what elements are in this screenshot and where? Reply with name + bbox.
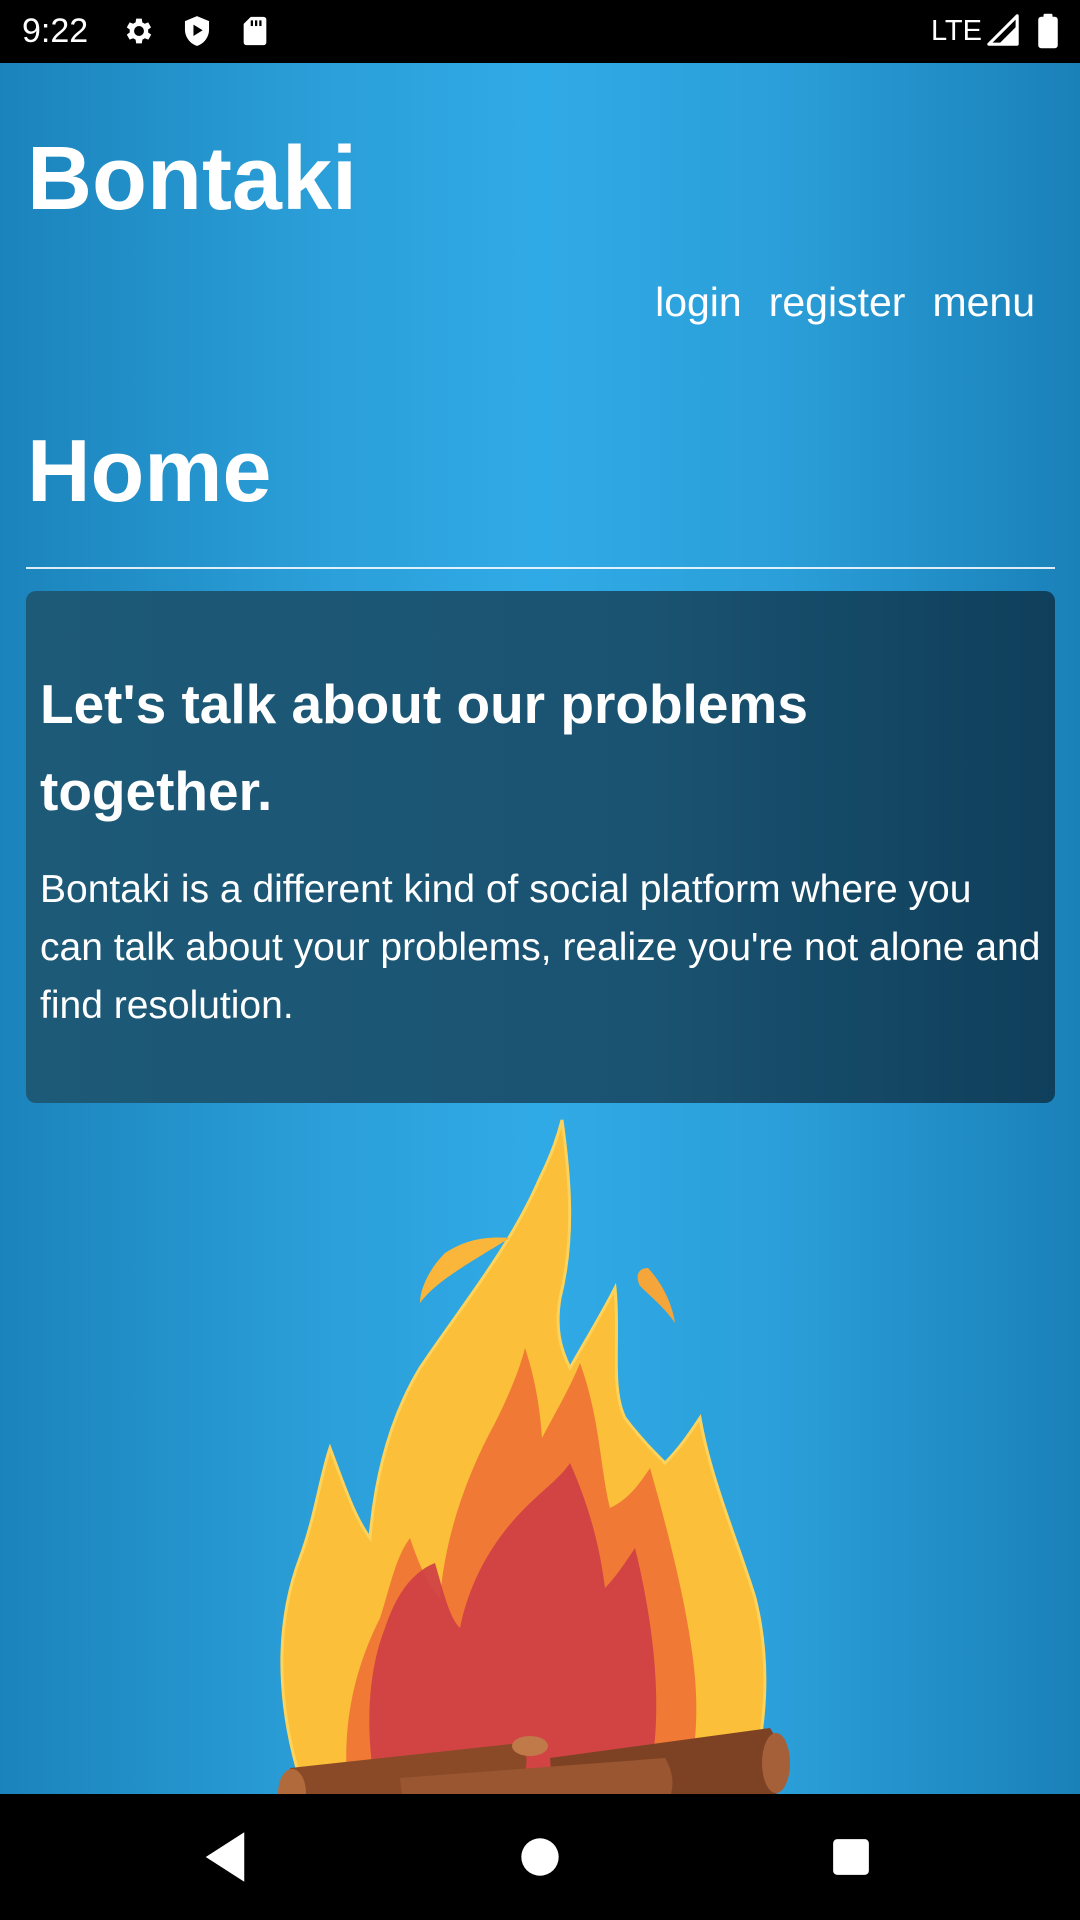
gear-icon (126, 18, 152, 44)
network-type: LTE (930, 15, 982, 47)
home-icon[interactable] (507, 1824, 573, 1890)
page-title: Home (27, 421, 272, 520)
status-time: 9:22 (22, 12, 89, 50)
log-end-right (762, 1733, 790, 1793)
phone-screen: 9:22 LTE Bontaki login register menu Hom… (0, 0, 1080, 1920)
battery-icon (1038, 13, 1058, 49)
campfire-illustration (278, 1119, 790, 1794)
site-brand[interactable]: Bontaki (27, 129, 357, 229)
login-link[interactable]: login (655, 277, 742, 327)
ember-right (637, 1268, 675, 1323)
web-page: Bontaki login register menu Home Let's t… (0, 63, 1080, 1794)
hero-heading: Let's talk about our problems together. (40, 673, 808, 822)
sd-card-icon (243, 16, 267, 46)
register-link[interactable]: register (769, 277, 906, 327)
recents-icon[interactable] (818, 1824, 884, 1890)
top-nav: login register menu (655, 277, 1035, 327)
hero-card: Let's talk about our problems together. … (26, 591, 1055, 1103)
shield-play-icon (184, 16, 210, 46)
system-nav-bar (0, 1794, 1080, 1920)
hero-description: Bontaki is a different kind of social pl… (40, 868, 1041, 1027)
back-icon[interactable] (192, 1824, 258, 1890)
status-bar: 9:22 LTE (0, 0, 1080, 63)
menu-link[interactable]: menu (932, 277, 1035, 327)
title-divider (26, 567, 1055, 569)
log-end-center (512, 1736, 548, 1756)
signal-icon (987, 14, 1019, 46)
